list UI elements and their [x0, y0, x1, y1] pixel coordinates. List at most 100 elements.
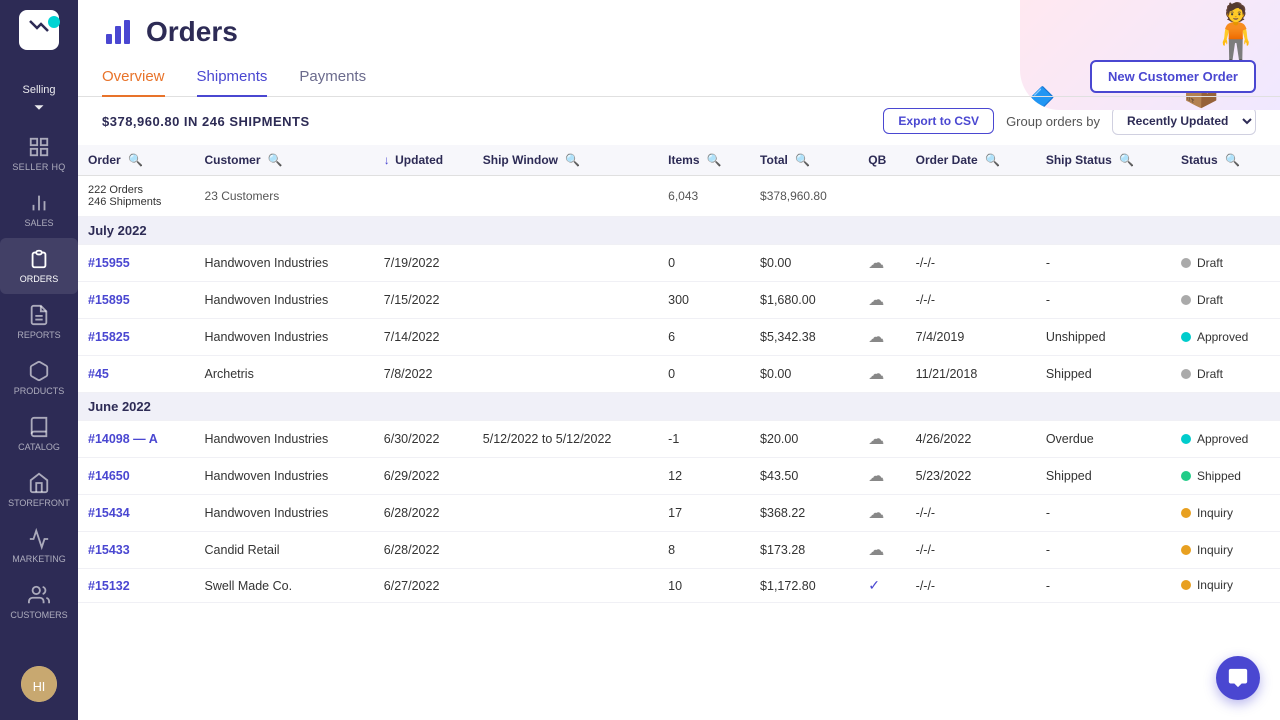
status-badge: Inquiry — [1181, 543, 1233, 557]
status-badge: Inquiry — [1181, 578, 1233, 592]
cell-order: #15895 — [78, 282, 195, 319]
col-order: Order 🔍 — [78, 145, 195, 176]
cell-order: #15825 — [78, 319, 195, 356]
cell-order: #15955 — [78, 245, 195, 282]
cell-ship-status: Overdue — [1036, 421, 1171, 458]
chat-button[interactable] — [1216, 656, 1260, 700]
user-avatar[interactable]: HI — [21, 666, 57, 702]
sidebar-item-marketing[interactable]: MARKETING — [0, 518, 78, 574]
sidebar-item-customers[interactable]: CUSTOMERS — [0, 574, 78, 630]
cell-order-date: 4/26/2022 — [906, 421, 1036, 458]
sidebar-item-reports[interactable]: REPORTS — [0, 294, 78, 350]
cell-ship-window — [473, 569, 658, 603]
sidebar-item-products-label: PRODUCTS — [14, 386, 65, 396]
order-link[interactable]: #15132 — [88, 579, 130, 593]
summary-row: 222 Orders 246 Shipments 23 Customers 6,… — [78, 176, 1280, 217]
cell-updated: 7/15/2022 — [374, 282, 473, 319]
section-header-june2022: June 2022 — [78, 393, 1280, 421]
upload-icon[interactable]: ☁ — [868, 505, 884, 522]
cell-order: #15132 — [78, 569, 195, 603]
upload-icon[interactable]: ☁ — [868, 366, 884, 383]
cell-updated: 7/8/2022 — [374, 356, 473, 393]
items-search-icon[interactable]: 🔍 — [707, 153, 722, 167]
tab-overview[interactable]: Overview — [102, 56, 165, 97]
status-text: Shipped — [1197, 469, 1241, 483]
upload-icon[interactable]: ☁ — [868, 329, 884, 346]
status-badge: Draft — [1181, 293, 1223, 307]
order-date-search-icon[interactable]: 🔍 — [985, 153, 1000, 167]
status-dot — [1181, 508, 1191, 518]
illustration-figure: 🧍 — [1202, 5, 1270, 60]
order-link[interactable]: #15433 — [88, 543, 130, 557]
table-row: #15895Handwoven Industries7/15/2022300$1… — [78, 282, 1280, 319]
sidebar-item-sales[interactable]: SALES — [0, 182, 78, 238]
cell-order-date: -/-/- — [906, 282, 1036, 319]
order-search-icon[interactable]: 🔍 — [128, 153, 143, 167]
cell-items: 8 — [658, 532, 750, 569]
table-header-row: Order 🔍 Customer 🔍 ↓ Updated Ship Window… — [78, 145, 1280, 176]
table-row: #15434Handwoven Industries6/28/202217$36… — [78, 495, 1280, 532]
status-dot — [1181, 258, 1191, 268]
selling-label: Selling — [22, 84, 55, 96]
cell-status: Inquiry — [1171, 495, 1280, 532]
sidebar-selling[interactable]: Selling — [0, 74, 78, 126]
cell-ship-status: - — [1036, 245, 1171, 282]
upload-icon[interactable]: ☁ — [868, 431, 884, 448]
status-text: Inquiry — [1197, 506, 1233, 520]
order-link[interactable]: #14650 — [88, 469, 130, 483]
group-orders-label: Group orders by — [1006, 114, 1100, 129]
cell-total: $5,342.38 — [750, 319, 858, 356]
shipment-summary: $378,960.80 IN 246 SHIPMENTS — [102, 114, 310, 129]
table-row: #15955Handwoven Industries7/19/20220$0.0… — [78, 245, 1280, 282]
ship-status-search-icon[interactable]: 🔍 — [1119, 153, 1134, 167]
new-order-button[interactable]: New Customer Order — [1090, 60, 1256, 93]
sidebar-item-storefront[interactable]: STOREFRONT — [0, 462, 78, 518]
order-link[interactable]: #15434 — [88, 506, 130, 520]
cell-updated: 7/19/2022 — [374, 245, 473, 282]
ship-window-search-icon[interactable]: 🔍 — [565, 153, 580, 167]
upload-icon[interactable]: ☁ — [868, 468, 884, 485]
order-link[interactable]: #45 — [88, 367, 109, 381]
cell-status: Shipped — [1171, 458, 1280, 495]
upload-icon[interactable]: ☁ — [868, 292, 884, 309]
order-link[interactable]: #15895 — [88, 293, 130, 307]
cell-qb: ☁ — [858, 495, 905, 532]
tab-shipments[interactable]: Shipments — [197, 56, 268, 97]
sort-arrow-icon: ↓ — [384, 153, 390, 167]
cell-updated: 7/14/2022 — [374, 319, 473, 356]
status-text: Inquiry — [1197, 543, 1233, 557]
cell-total: $20.00 — [750, 421, 858, 458]
cell-customer: Archetris — [195, 356, 374, 393]
cell-order-date: -/-/- — [906, 245, 1036, 282]
group-orders-select[interactable]: Recently Updated Order Date Customer — [1112, 107, 1256, 135]
order-link[interactable]: #15955 — [88, 256, 130, 270]
orders-icon — [102, 16, 134, 48]
cell-total: $0.00 — [750, 356, 858, 393]
cell-status: Draft — [1171, 245, 1280, 282]
col-order-date: Order Date 🔍 — [906, 145, 1036, 176]
upload-icon[interactable]: ☁ — [868, 255, 884, 272]
cell-ship-window — [473, 356, 658, 393]
customer-search-icon[interactable]: 🔍 — [268, 153, 283, 167]
col-total: Total 🔍 — [750, 145, 858, 176]
notification-dot — [48, 16, 60, 28]
cell-qb: ☁ — [858, 282, 905, 319]
section-header-july2022: July 2022 — [78, 217, 1280, 245]
tab-payments[interactable]: Payments — [299, 56, 366, 97]
sidebar-logo-wrap — [0, 10, 78, 66]
status-search-icon[interactable]: 🔍 — [1225, 153, 1240, 167]
cell-ship-status: Unshipped — [1036, 319, 1171, 356]
cell-status: Draft — [1171, 356, 1280, 393]
total-search-icon[interactable]: 🔍 — [795, 153, 810, 167]
order-link[interactable]: #14098 — A — [88, 432, 158, 446]
table-row: #15825Handwoven Industries7/14/20226$5,3… — [78, 319, 1280, 356]
cell-customer: Handwoven Industries — [195, 319, 374, 356]
order-link[interactable]: #15825 — [88, 330, 130, 344]
upload-icon[interactable]: ☁ — [868, 542, 884, 559]
sidebar-item-seller-hq[interactable]: SELLER HQ — [0, 126, 78, 182]
main-content: Orders 🧍 📦 🔷 Overview Shipments Payments… — [78, 0, 1280, 720]
export-csv-button[interactable]: Export to CSV — [883, 108, 994, 134]
sidebar-item-orders[interactable]: ORDERS — [0, 238, 78, 294]
sidebar-item-products[interactable]: PRODUCTS — [0, 350, 78, 406]
sidebar-item-catalog[interactable]: CATALOG — [0, 406, 78, 462]
